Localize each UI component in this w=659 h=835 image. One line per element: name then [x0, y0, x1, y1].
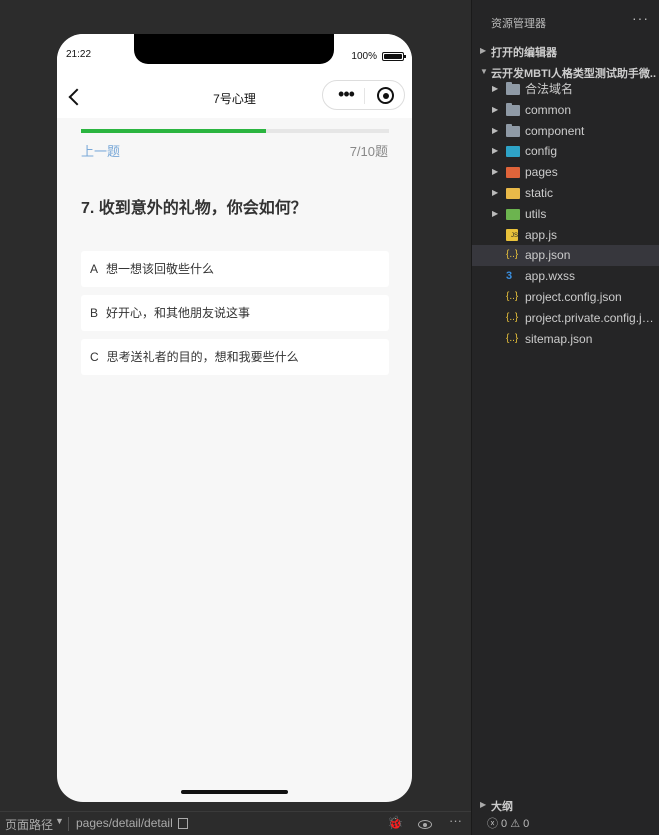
tree-item-common[interactable]: ▶ common — [472, 100, 659, 121]
question-count: 7/10题 — [349, 144, 388, 159]
tree-item-label: component — [525, 123, 585, 138]
battery-text: 100% — [351, 51, 377, 62]
expand-arrow-icon[interactable]: ▶ — [492, 100, 498, 121]
expand-arrow-icon[interactable]: ▶ — [492, 79, 498, 100]
bar-divider — [68, 817, 69, 831]
folder-icon — [506, 102, 520, 116]
option-key: B — [90, 306, 99, 320]
js-file-icon: JS — [506, 228, 518, 241]
question-title: 7. 收到意外的礼物，你会如何？ — [81, 200, 307, 217]
tree-item-config[interactable]: ▶ config — [472, 141, 659, 162]
option-key: A — [90, 262, 99, 276]
expand-arrow-icon[interactable]: ▶ — [492, 162, 498, 183]
tree-item-label: app.wxss — [525, 269, 576, 284]
option-c[interactable]: C 思考送礼者的目的，想和我要些什么 — [81, 339, 389, 375]
home-indicator — [181, 790, 288, 794]
json-file-icon: {..} — [506, 249, 519, 261]
option-b[interactable]: B 好开心，和其他朋友说这事 — [81, 295, 389, 331]
explorer-panel: 资源管理器 ··· ▶ 打开的编辑器 ▼ 云开发MBTI人格类型测试助手微...… — [471, 0, 659, 835]
capsule-divider — [364, 88, 365, 104]
status-time: 21:22 — [66, 49, 92, 60]
tree-item-label: config — [525, 144, 558, 159]
option-a[interactable]: A 想一想该回敬些什么 — [81, 251, 389, 287]
tree-item-project-config-json[interactable]: {..} project.config.json — [472, 287, 659, 308]
progress-fill — [81, 129, 266, 133]
copy-icon[interactable] — [178, 818, 188, 829]
tree-item-project-private-config-js[interactable]: {..} project.private.config.js... — [472, 308, 659, 329]
tree-item-sitemap-json[interactable]: {..} sitemap.json — [472, 329, 659, 350]
bottom-status-bar: 页面路径 ▼ pages/detail/detail 🐞 ··· — [0, 811, 471, 835]
expand-arrow-icon[interactable]: ▶ — [492, 183, 498, 204]
outline-label: 大纲 — [491, 801, 513, 813]
expand-arrow-icon[interactable]: ▶ — [492, 204, 498, 225]
dropdown-caret-icon[interactable]: ▼ — [55, 816, 64, 826]
folder-icon — [506, 123, 520, 137]
open-editors-label: 打开的编辑器 — [491, 47, 557, 59]
tree-item-component[interactable]: ▶ component — [472, 121, 659, 142]
expand-arrow-icon[interactable]: ▶ — [492, 141, 498, 162]
page-path-label[interactable]: 页面路径 — [5, 816, 53, 833]
bug-icon[interactable]: 🐞 — [387, 815, 403, 831]
option-text: 好开心，和其他朋友说这事 — [106, 306, 251, 320]
progress-bar — [81, 129, 389, 133]
explorer-title: 资源管理器 — [491, 18, 546, 30]
collapsed-triangle-icon: ▶ — [480, 800, 487, 809]
phone-notch — [134, 34, 334, 64]
tree-item-label: common — [525, 102, 572, 117]
tree-item-label: project.private.config.js... — [525, 310, 655, 325]
folder-icon — [506, 187, 520, 199]
tree-item-app-json[interactable]: {..} app.json — [472, 245, 659, 267]
more-icon[interactable]: ··· — [449, 813, 462, 828]
prev-question-link[interactable]: 上一题 — [81, 141, 120, 160]
close-target-icon[interactable] — [377, 87, 394, 104]
file-tree: ▶ 合法域名 ▶ common ▶ component ▶ config ▶ pages ▶ stat… — [472, 79, 659, 349]
tree-item-label: utils — [525, 206, 547, 221]
wxss-file-icon: 3 — [506, 270, 513, 283]
collapsed-triangle-icon: ▶ — [480, 46, 487, 55]
tree-item-utils[interactable]: ▶ utils — [472, 204, 659, 225]
tree-item-label: static — [525, 185, 554, 200]
option-key: C — [90, 350, 99, 364]
nav-bar: 7号心理 ••• — [57, 74, 412, 118]
json-file-icon: {..} — [506, 332, 519, 344]
options-list: A 想一想该回敬些什么 B 好开心，和其他朋友说这事 C 思考送礼者的目的，想和我要些… — [81, 251, 389, 383]
json-file-icon: {..} — [506, 290, 519, 302]
option-text: 思考送礼者的目的，想和我要些什么 — [106, 350, 299, 364]
tree-item-app-js[interactable]: JS app.js — [472, 225, 659, 246]
battery-icon — [382, 52, 406, 61]
explorer-more-icon[interactable]: ··· — [632, 10, 649, 26]
tree-item-label: app.json — [525, 248, 571, 263]
folder-icon — [506, 82, 520, 95]
json-file-icon: {..} — [506, 311, 519, 323]
option-text: 想一想该回敬些什么 — [106, 262, 215, 276]
phone-frame: 21:22 100% 7号心理 ••• 上一题 7/10题 7. 收到意外的礼物… — [57, 34, 412, 802]
tree-item-static[interactable]: ▶ static — [472, 183, 659, 204]
tree-item-[interactable]: ▶ 合法域名 — [472, 79, 659, 100]
tree-item-label: 合法域名 — [525, 82, 574, 96]
folder-icon — [506, 208, 520, 220]
tree-item-label: sitemap.json — [525, 331, 593, 346]
expanded-triangle-icon: ▼ — [480, 67, 488, 76]
open-editors-section[interactable]: ▶ 打开的编辑器 — [472, 41, 659, 61]
page-path-value: pages/detail/detail — [76, 816, 173, 830]
eye-icon[interactable] — [418, 820, 432, 829]
more-dots-icon[interactable]: ••• — [333, 85, 359, 105]
simulator-area: 21:22 100% 7号心理 ••• 上一题 7/10题 7. 收到意外的礼物… — [0, 0, 471, 811]
tree-item-app-wxss[interactable]: 3 app.wxss — [472, 266, 659, 287]
outline-section[interactable]: ▶ 大纲 — [472, 795, 659, 815]
menu-capsule: ••• — [322, 80, 405, 110]
problems-count[interactable]: ⓧ 0 ⚠ 0 — [487, 815, 529, 831]
tree-item-label: pages — [525, 165, 558, 180]
expand-arrow-icon[interactable]: ▶ — [492, 121, 498, 142]
folder-icon — [506, 167, 520, 179]
tree-item-label: app.js — [525, 227, 558, 242]
tree-item-label: project.config.json — [525, 289, 622, 304]
tree-item-pages[interactable]: ▶ pages — [472, 162, 659, 183]
folder-icon — [506, 146, 520, 158]
